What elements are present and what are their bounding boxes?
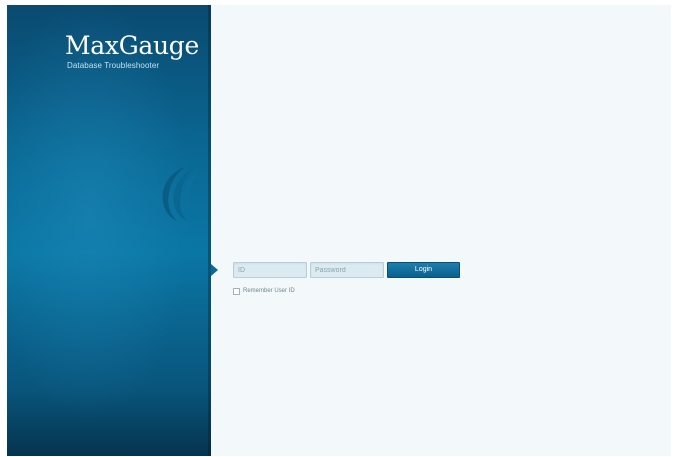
brand-logo: MaxGauge bbox=[65, 31, 199, 60]
password-input[interactable] bbox=[310, 262, 384, 278]
login-form: Login Remember User ID bbox=[233, 262, 473, 302]
remember-user-option[interactable]: Remember User ID bbox=[233, 286, 295, 296]
login-page: MaxGauge Database Troubleshooter Login R… bbox=[7, 5, 671, 456]
login-button[interactable]: Login bbox=[387, 262, 460, 278]
id-input[interactable] bbox=[233, 262, 307, 278]
brand-tagline: Database Troubleshooter bbox=[67, 61, 160, 70]
remember-user-checkbox[interactable] bbox=[233, 287, 240, 295]
remember-user-label: Remember User ID bbox=[243, 288, 295, 294]
brand-panel: MaxGauge Database Troubleshooter bbox=[7, 5, 211, 456]
panel-pointer bbox=[211, 264, 218, 276]
swoosh-emblem-icon bbox=[162, 167, 197, 221]
